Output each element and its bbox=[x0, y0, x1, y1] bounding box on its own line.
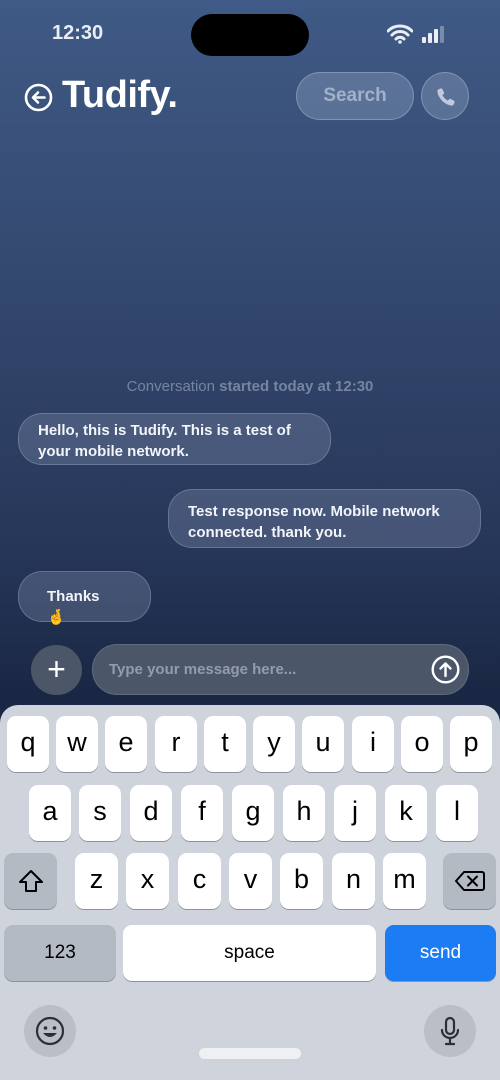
add-attachment-button[interactable]: + bbox=[31, 645, 82, 695]
key-q[interactable]: q bbox=[7, 716, 49, 772]
backspace-icon bbox=[454, 871, 485, 891]
numbers-key[interactable]: 123 bbox=[4, 925, 116, 981]
conversation-started-prefix: Conversation bbox=[126, 378, 215, 395]
backspace-key[interactable] bbox=[443, 853, 496, 909]
key-w[interactable]: w bbox=[56, 716, 98, 772]
conversation-started-label: Conversation started today at 12:30 bbox=[0, 378, 500, 395]
key-m[interactable]: m bbox=[383, 853, 426, 909]
key-e[interactable]: e bbox=[105, 716, 147, 772]
call-button[interactable] bbox=[421, 72, 469, 120]
key-v[interactable]: v bbox=[229, 853, 272, 909]
key-c[interactable]: c bbox=[178, 853, 221, 909]
shift-key[interactable] bbox=[4, 853, 57, 909]
search-button[interactable]: Search bbox=[296, 72, 414, 120]
emoji-button[interactable] bbox=[24, 1005, 76, 1057]
key-x[interactable]: x bbox=[126, 853, 169, 909]
status-bar: 12:30 bbox=[0, 0, 500, 64]
back-arrow-icon[interactable] bbox=[24, 83, 53, 112]
key-i[interactable]: i bbox=[352, 716, 394, 772]
phone-icon bbox=[437, 88, 455, 106]
key-p[interactable]: p bbox=[450, 716, 492, 772]
key-d[interactable]: d bbox=[130, 785, 172, 841]
message-bubble-incoming: Hello, this is Tudify. This is a test of… bbox=[18, 413, 331, 465]
key-a[interactable]: a bbox=[29, 785, 71, 841]
key-g[interactable]: g bbox=[232, 785, 274, 841]
message-input[interactable] bbox=[109, 645, 419, 694]
key-z[interactable]: z bbox=[75, 853, 118, 909]
key-y[interactable]: y bbox=[253, 716, 295, 772]
key-n[interactable]: n bbox=[332, 853, 375, 909]
plus-icon: + bbox=[47, 651, 66, 687]
message-composer bbox=[92, 644, 469, 695]
key-l[interactable]: l bbox=[436, 785, 478, 841]
microphone-icon bbox=[440, 1016, 460, 1046]
cellular-signal-icon bbox=[422, 26, 444, 43]
key-b[interactable]: b bbox=[280, 853, 323, 909]
key-s[interactable]: s bbox=[79, 785, 121, 841]
key-k[interactable]: k bbox=[385, 785, 427, 841]
app-brand-title: Tudify. bbox=[62, 74, 178, 116]
conversation-started-time: started today at 12:30 bbox=[219, 378, 374, 395]
send-key[interactable]: send bbox=[385, 925, 496, 981]
space-key[interactable]: space bbox=[123, 925, 376, 981]
dictation-button[interactable] bbox=[424, 1005, 476, 1057]
key-r[interactable]: r bbox=[155, 716, 197, 772]
header: Tudify. Search bbox=[0, 70, 500, 126]
key-t[interactable]: t bbox=[204, 716, 246, 772]
status-time: 12:30 bbox=[52, 22, 104, 44]
keyboard: q w e r t y u i o p a s d f g h j k l z … bbox=[0, 705, 500, 1080]
send-arrow-icon[interactable] bbox=[431, 655, 460, 684]
message-bubble-outgoing: Test response now. Mobile network connec… bbox=[168, 489, 481, 548]
home-indicator[interactable] bbox=[199, 1048, 301, 1059]
emoji-face-icon bbox=[35, 1016, 65, 1046]
key-h[interactable]: h bbox=[283, 785, 325, 841]
key-o[interactable]: o bbox=[401, 716, 443, 772]
message-bubble-incoming: Thanks 🤞 bbox=[18, 571, 151, 626]
key-u[interactable]: u bbox=[302, 716, 344, 772]
shift-arrow-icon bbox=[18, 870, 43, 892]
key-f[interactable]: f bbox=[181, 785, 223, 841]
key-j[interactable]: j bbox=[334, 785, 376, 841]
camera-notch bbox=[191, 14, 309, 56]
wifi-icon bbox=[387, 24, 413, 44]
